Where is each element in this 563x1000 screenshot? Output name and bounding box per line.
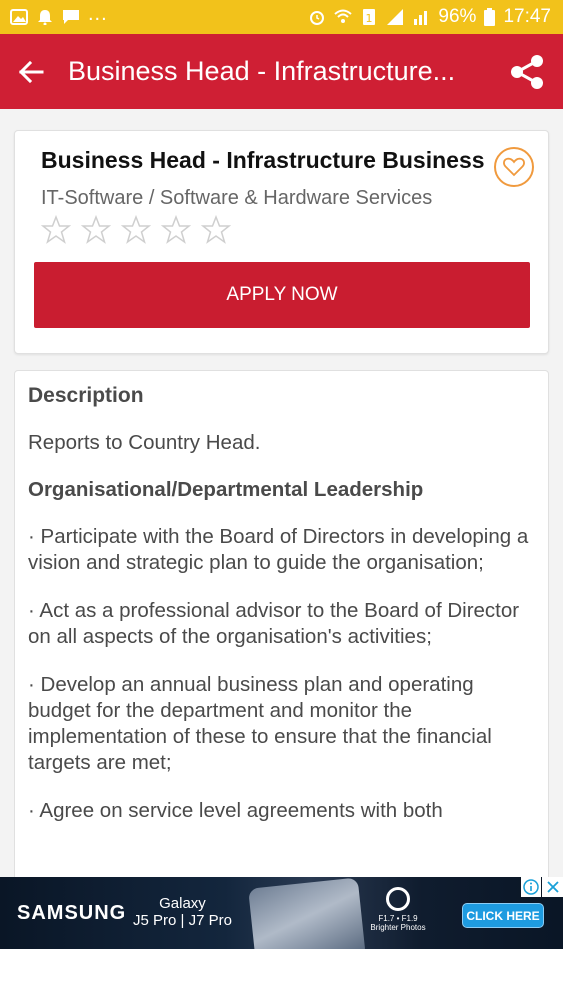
battery-percent: 96% <box>438 6 477 27</box>
message-notification-icon <box>63 10 79 24</box>
share-button[interactable] <box>507 52 547 92</box>
job-summary-card: Business Head - Infrastructure Business … <box>14 130 549 354</box>
more-notifications: ... <box>88 2 108 25</box>
app-bar: Business Head - Infrastructure... <box>0 34 563 109</box>
section-heading: Organisational/Departmental Leadership <box>28 478 424 501</box>
favorite-button[interactable] <box>494 147 534 187</box>
sim-icon: 1 <box>363 9 376 25</box>
share-icon <box>511 55 543 89</box>
job-title: Business Head - Infrastructure Business <box>41 147 485 173</box>
ad-close-button[interactable] <box>542 877 563 897</box>
star-icon[interactable] <box>81 215 111 245</box>
status-bar: ... 1 96% 17:47 <box>0 0 563 34</box>
signal-2-icon <box>414 11 428 25</box>
signal-icon <box>387 9 404 25</box>
star-icon[interactable] <box>121 215 151 245</box>
svg-text:1: 1 <box>366 12 373 25</box>
back-button[interactable] <box>0 34 62 109</box>
status-system: 1 96% 17:47 <box>308 6 551 28</box>
page-title: Business Head - Infrastructure... <box>68 56 456 86</box>
heart-icon <box>503 157 525 177</box>
ad-camera-line2: Brighter Photos <box>370 923 426 932</box>
clock: 17:47 <box>503 6 551 27</box>
reports-to-text: Reports to Country Head. <box>28 431 261 454</box>
status-notifications: ... <box>10 3 108 26</box>
wifi-icon <box>334 9 353 23</box>
description-card: Description Reports to Country Head. Org… <box>14 370 549 877</box>
apply-now-button[interactable]: APPLY NOW <box>34 262 530 328</box>
ad-banner[interactable]: SAMSUNG Galaxy J5 Pro | J7 Pro F1.7 • F1… <box>0 877 563 949</box>
ad-product-line1: Galaxy <box>159 895 206 912</box>
job-industry: IT-Software / Software & Hardware Servic… <box>41 187 433 209</box>
list-item: · Participate with the Board of Director… <box>28 525 529 574</box>
star-icon[interactable] <box>41 215 71 245</box>
ad-info-button[interactable] <box>521 877 541 897</box>
star-icon[interactable] <box>201 215 231 245</box>
ad-product-line2: J5 Pro | J7 Pro <box>133 912 232 929</box>
aperture-icon <box>386 887 410 911</box>
battery-icon <box>484 8 496 26</box>
image-notification-icon <box>10 9 28 25</box>
ad-phone-image <box>248 877 366 949</box>
star-icon[interactable] <box>161 215 191 245</box>
alarm-icon <box>310 11 325 25</box>
info-icon <box>523 879 539 895</box>
ad-click-here-button[interactable]: CLICK HERE <box>462 903 544 928</box>
arrow-left-icon <box>18 60 44 83</box>
list-item: · Act as a professional advisor to the B… <box>28 599 520 648</box>
star-rating[interactable] <box>41 215 231 245</box>
list-item: · Agree on service level agreements with… <box>28 799 443 822</box>
ad-camera-feature: F1.7 • F1.9 Brighter Photos <box>368 887 428 932</box>
bell-notification-icon <box>38 10 52 25</box>
close-icon <box>546 881 559 893</box>
ad-product: Galaxy J5 Pro | J7 Pro <box>133 895 232 929</box>
ad-camera-line1: F1.7 • F1.9 <box>378 914 418 923</box>
job-detail-content[interactable]: Business Head - Infrastructure Business … <box>0 109 563 877</box>
description-heading: Description <box>28 384 144 407</box>
ad-brand: SAMSUNG <box>17 902 127 924</box>
list-item: · Develop an annual business plan and op… <box>28 673 492 774</box>
